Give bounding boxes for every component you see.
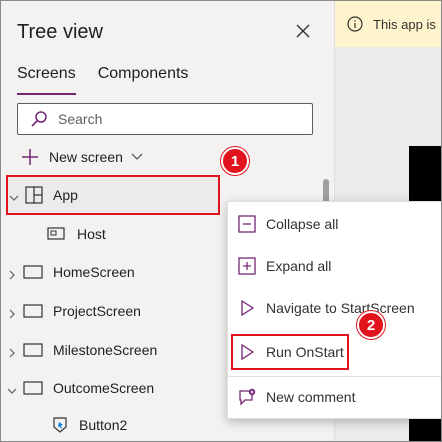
tree-item-label: App [53, 187, 78, 203]
plus-icon [21, 148, 39, 166]
callout-badge-2: 2 [357, 311, 385, 339]
info-icon [347, 16, 363, 32]
run-onstart-highlight [231, 334, 349, 370]
tree-item-label: ProjectScreen [53, 303, 141, 319]
search-icon [30, 110, 48, 128]
search-input[interactable] [58, 111, 278, 127]
tab-screens[interactable]: Screens [17, 65, 76, 95]
tree-item-label: OutcomeScreen [53, 380, 155, 396]
chevron-down-icon [131, 148, 143, 166]
screenshot-frame: This app is Tree view Screens Components… [0, 0, 442, 442]
chevron-right-icon[interactable] [7, 345, 17, 358]
new-screen-button[interactable]: New screen [21, 146, 143, 168]
screen-icon [23, 264, 43, 285]
play-icon [238, 299, 256, 317]
collapse-icon [238, 215, 256, 233]
menu-divider [228, 376, 441, 377]
menu-item-collapse-all[interactable]: Collapse all [228, 206, 441, 242]
menu-item-expand-all[interactable]: Expand all [228, 248, 441, 284]
menu-item-navigate[interactable]: Navigate to StartScreen [228, 290, 441, 326]
menu-item-label: New comment [266, 389, 356, 405]
menu-item-label: Collapse all [266, 216, 339, 232]
screen-icon [23, 342, 43, 363]
screen-icon [23, 380, 43, 401]
callout-badge-1: 1 [221, 147, 249, 175]
search-box[interactable] [17, 103, 313, 135]
close-button[interactable] [293, 23, 313, 43]
close-icon [296, 24, 310, 43]
screen-icon [23, 303, 43, 324]
tab-components[interactable]: Components [98, 65, 189, 95]
menu-item-new-comment[interactable]: New comment [228, 379, 441, 415]
tab-bar: Screens Components [17, 65, 188, 95]
panel-title: Tree view [17, 21, 103, 43]
expand-icon [238, 257, 256, 275]
new-screen-label: New screen [49, 149, 123, 165]
notice-bar: This app is [335, 1, 441, 47]
tree-item-label: Button2 [79, 417, 128, 433]
comment-icon [238, 388, 256, 406]
tree-item-label: Host [77, 226, 106, 242]
button-control-icon [51, 416, 69, 439]
chevron-down-icon[interactable] [7, 383, 17, 394]
chevron-right-icon[interactable] [7, 267, 17, 280]
app-icon [25, 186, 43, 209]
tree-item-label: MilestoneScreen [53, 342, 158, 358]
tree-item-label: HomeScreen [53, 264, 135, 280]
menu-item-label: Navigate to StartScreen [266, 300, 415, 316]
notice-text: This app is [373, 16, 436, 32]
chevron-down-icon[interactable] [9, 190, 19, 201]
menu-item-label: Expand all [266, 258, 332, 274]
chevron-right-icon[interactable] [7, 306, 17, 319]
context-menu: Collapse all Expand all Navigate to Star… [227, 201, 441, 419]
screen-component-icon [47, 226, 65, 247]
